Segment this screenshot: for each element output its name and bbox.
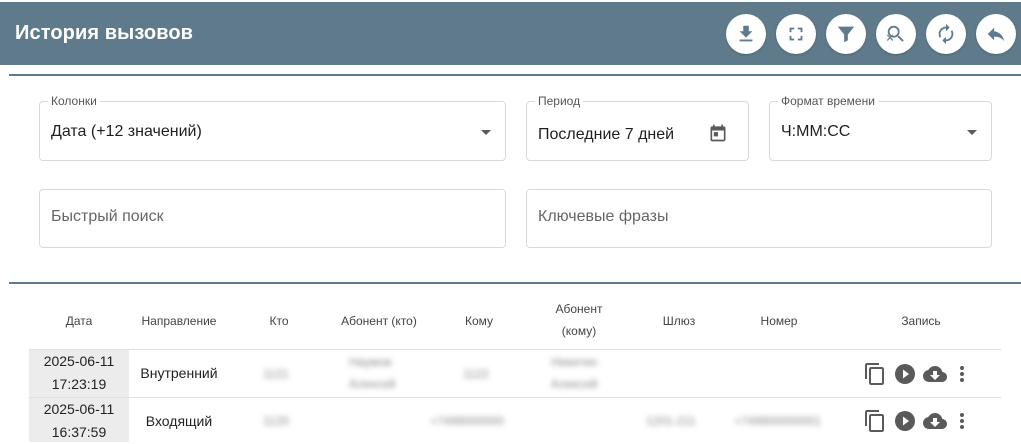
period-label: Период	[535, 95, 584, 108]
time-value: 16:37:59	[51, 424, 107, 440]
date-cell: 2025-06-11 16:37:59	[29, 398, 129, 442]
quick-search-input[interactable]: Быстрый поиск	[39, 189, 506, 248]
date-cell: 2025-06-11 17:23:19	[29, 350, 129, 397]
direction-cell: Внутренний	[140, 365, 218, 381]
download-icon	[739, 25, 753, 42]
column-header-number[interactable]: Номер	[729, 310, 829, 332]
to-subscriber-line1: Никитин	[551, 355, 598, 369]
column-header-who-subscriber[interactable]: Абонент (кто)	[319, 310, 439, 332]
column-header-record[interactable]: Запись	[881, 310, 961, 332]
to-cell: 1122	[463, 367, 489, 381]
fullscreen-button[interactable]	[776, 14, 816, 54]
column-header-to-subscriber[interactable]: Абонент (кому)	[529, 298, 629, 342]
table-divider	[9, 282, 1021, 284]
app-header: История вызовов	[0, 0, 1021, 65]
columns-label: Колонки	[48, 95, 100, 108]
page-title: История вызовов	[15, 22, 194, 44]
play-icon[interactable]	[893, 409, 917, 433]
play-icon[interactable]	[893, 362, 917, 386]
search-off-icon	[886, 25, 904, 42]
download-button[interactable]	[726, 14, 766, 54]
quick-search-placeholder: Быстрый поиск	[51, 208, 164, 225]
column-header-gateway[interactable]: Шлюз	[639, 310, 719, 332]
to-subscriber-line2: Алексей	[551, 377, 598, 391]
to-cell: +7499000000	[430, 414, 504, 428]
clear-search-button[interactable]	[876, 14, 916, 54]
refresh-button[interactable]	[926, 14, 966, 54]
copy-icon[interactable]	[863, 362, 887, 386]
calendar-icon[interactable]	[708, 123, 728, 143]
gateway-cell: 1201-211	[646, 414, 696, 428]
number-cell: +749900000001	[734, 414, 822, 428]
who-cell: 1120	[263, 414, 289, 428]
row-separator	[29, 349, 1001, 350]
columns-select[interactable]: Колонки Дата (+12 значений)	[39, 95, 506, 161]
back-button[interactable]	[976, 14, 1016, 54]
key-phrases-input[interactable]: Ключевые фразы	[526, 189, 992, 248]
top-divider	[9, 74, 1021, 76]
reply-icon	[987, 27, 1005, 42]
time-format-select[interactable]: Формат времени Ч:ММ:СС	[769, 95, 992, 161]
period-value: Последние 7 дней	[538, 126, 675, 143]
period-select[interactable]: Период Последние 7 дней	[526, 95, 749, 161]
chevron-down-icon	[481, 130, 491, 135]
time-value: 17:23:19	[51, 376, 107, 392]
chevron-down-icon	[967, 130, 977, 135]
who-subscriber-line2: Алексей	[349, 377, 396, 391]
column-header-who[interactable]: Кто	[249, 310, 309, 332]
cloud-download-icon[interactable]	[923, 362, 947, 386]
who-cell: 1121	[263, 367, 289, 381]
copy-icon[interactable]	[863, 409, 887, 433]
time-format-label: Формат времени	[778, 95, 878, 108]
fullscreen-icon	[789, 27, 803, 41]
more-vert-icon[interactable]	[950, 409, 974, 433]
filter-button[interactable]	[826, 14, 866, 54]
columns-value: Дата (+12 значений)	[51, 123, 202, 140]
cloud-download-icon[interactable]	[923, 409, 947, 433]
column-header-direction[interactable]: Направление	[129, 310, 229, 332]
row-separator	[29, 397, 1001, 398]
key-phrases-placeholder: Ключевые фразы	[538, 208, 669, 225]
filter-icon	[837, 26, 855, 43]
date-value: 2025-06-11	[43, 401, 115, 417]
time-format-value: Ч:ММ:СС	[781, 123, 851, 140]
column-header-date[interactable]: Дата	[29, 310, 129, 332]
more-vert-icon[interactable]	[950, 362, 974, 386]
column-header-to[interactable]: Кому	[439, 310, 519, 332]
who-subscriber-line1: Наумов	[349, 355, 392, 369]
direction-cell: Входящий	[145, 413, 213, 429]
refresh-icon	[938, 23, 954, 45]
date-value: 2025-06-11	[43, 353, 115, 369]
